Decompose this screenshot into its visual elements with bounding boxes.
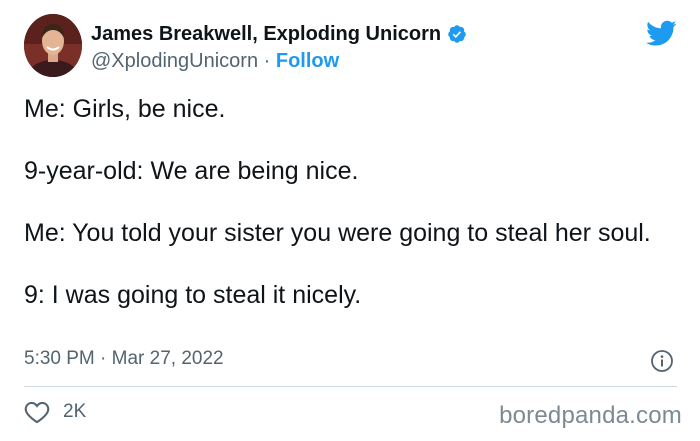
twitter-bird-icon[interactable]	[646, 20, 677, 47]
tweet-time: 5:30 PM	[24, 348, 95, 369]
tweet-paragraph: Me: You told your sister you were going …	[24, 219, 651, 247]
avatar[interactable]	[24, 14, 82, 77]
profile-photo	[24, 14, 82, 77]
author-display-name[interactable]: James Breakwell, Exploding Unicorn	[91, 22, 441, 46]
tweet-timestamp[interactable]: 5:30 PM · Mar 27, 2022	[24, 347, 224, 371]
verified-badge-icon	[447, 24, 467, 44]
follow-button[interactable]: Follow	[276, 50, 339, 72]
tweet-paragraph: 9-year-old: We are being nice.	[24, 157, 359, 185]
handle-separator: ·	[263, 50, 271, 72]
tweet-paragraph: Me: Girls, be nice.	[24, 95, 226, 123]
tweet-body: Me: Girls, be nice. 9-year-old: We are b…	[24, 94, 664, 311]
author-handle-row: @XplodingUnicorn · Follow	[91, 49, 339, 73]
like-count: 2K	[63, 401, 87, 422]
tweet-paragraph: 9: I was going to steal it nicely.	[24, 281, 362, 309]
timestamp-separator: ·	[100, 348, 107, 369]
tweet-card: James Breakwell, Exploding Unicorn @Xplo…	[0, 0, 700, 441]
like-button[interactable]: 2K	[24, 400, 86, 424]
divider	[24, 386, 677, 387]
author-handle[interactable]: @XplodingUnicorn	[91, 50, 258, 72]
info-icon[interactable]	[650, 349, 674, 373]
tweet-date: Mar 27, 2022	[111, 348, 224, 369]
heart-icon	[24, 400, 50, 424]
watermark: boredpanda.com	[499, 402, 682, 429]
author-name-row: James Breakwell, Exploding Unicorn	[91, 22, 467, 46]
